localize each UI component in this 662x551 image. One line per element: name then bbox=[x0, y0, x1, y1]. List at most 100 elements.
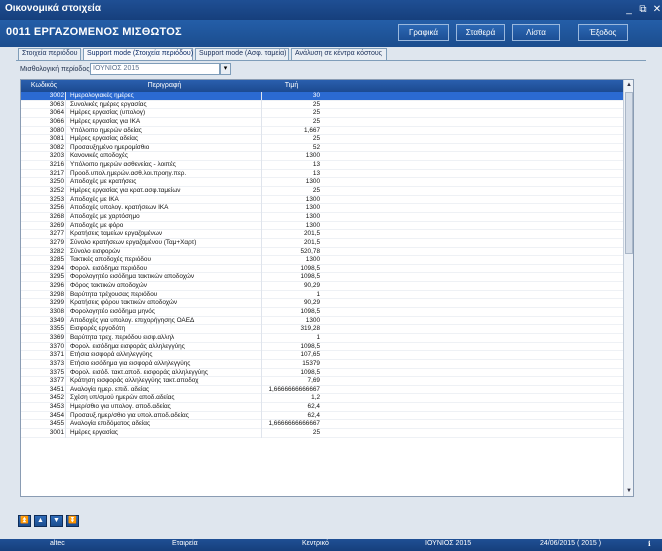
restore-button[interactable]: ⧉ bbox=[636, 2, 650, 17]
table-row[interactable]: 3279 Σύνολο κρατήσεων εργαζομένου (Ταμ+Χα… bbox=[21, 238, 623, 248]
close-button[interactable]: ✕ bbox=[650, 2, 662, 17]
cell-description: Αποδοχές για υπολογ. επιχορήγησης ΟΑΕΔ bbox=[70, 316, 195, 324]
cell-description: Φορολογητέο εισόδημα μηνός bbox=[70, 308, 155, 316]
cell-value: 319,28 bbox=[261, 325, 321, 334]
table-row[interactable]: 3216 Υπόλοιπο ημερών ασθενείας - λοιπές 13 bbox=[21, 161, 623, 170]
vertical-scrollbar[interactable]: ▲ ▼ bbox=[623, 80, 633, 496]
table-row[interactable]: 3451 Αναλογία ημερ. επιδ. αδείας 1,6666666… bbox=[21, 385, 623, 395]
cell-code: 3001 bbox=[21, 428, 66, 438]
table-row[interactable]: 3269 Αποδοχές με φόρο 1300 bbox=[21, 221, 623, 231]
column-code[interactable]: Κωδικός bbox=[21, 80, 67, 92]
table-row[interactable]: 3203 Κανονικές αποδοχές 1300 bbox=[21, 152, 623, 162]
charts-button[interactable]: Γραφικά bbox=[398, 24, 449, 41]
cell-description: Βαρύτητα τρεχ. περιόδου εισφ.αλληλ bbox=[70, 333, 175, 341]
table-row[interactable]: 3455 Αναλογία επιδόματος αδείας 1,66666666… bbox=[21, 420, 623, 429]
prev-record-button[interactable]: ▲ bbox=[34, 515, 47, 527]
chevron-down-icon[interactable]: ▾ bbox=[220, 63, 231, 75]
scroll-up-icon[interactable]: ▲ bbox=[624, 80, 633, 90]
info-icon[interactable]: ℹ bbox=[648, 540, 651, 548]
cell-description: Φορολ. εισόδημα περιόδου bbox=[70, 264, 147, 272]
table-row[interactable]: 3355 Εισφορές εργοδότη 319,28 bbox=[21, 325, 623, 334]
cell-code: 3294 bbox=[21, 264, 66, 274]
table-row[interactable]: 3001 Ημέρες εργασίας 25 bbox=[21, 428, 623, 438]
cell-description: Ημέρες εργασίας (υπολογ) bbox=[70, 109, 146, 117]
table-row[interactable]: 3298 Βαρύτητα τρέχουσας περιόδου 1 bbox=[21, 290, 623, 300]
table-row[interactable]: 3294 Φορολ. εισόδημα περιόδου 1098,5 bbox=[21, 264, 623, 274]
table-row[interactable]: 3080 Υπόλοιπο ημερών αδείας 1,667 bbox=[21, 126, 623, 136]
status-bar: altec Εταιρεία Κεντρικό ΙΟΥΝΙΟΣ 2015 24/… bbox=[0, 539, 662, 551]
table-row[interactable]: 3369 Βαρύτητα τρεχ. περιόδου εισφ.αλληλ 1 bbox=[21, 333, 623, 343]
cell-value: 25 bbox=[261, 187, 321, 196]
first-record-button[interactable]: ⏫ bbox=[18, 515, 31, 527]
cell-code: 3455 bbox=[21, 420, 66, 429]
cell-value: 30 bbox=[261, 92, 321, 101]
cell-code: 3370 bbox=[21, 342, 66, 352]
table-row[interactable]: 3066 Ημέρες εργασίας για ΙΚΑ 25 bbox=[21, 117, 623, 127]
column-description[interactable]: Περιγραφή bbox=[68, 80, 261, 92]
list-button[interactable]: Λίστα bbox=[512, 24, 560, 41]
cell-description: Φόρος τακτικών αποδοχών bbox=[70, 282, 147, 290]
table-row[interactable]: 3373 Ετήσιο εισόδημα για εισφορά αλληλεγγ… bbox=[21, 359, 623, 369]
minimize-button[interactable]: _ bbox=[622, 2, 636, 17]
table-row[interactable]: 3064 Ημέρες εργασίας (υπολογ) 25 bbox=[21, 109, 623, 118]
table-row[interactable]: 3256 Αποδοχές υπολογ. κρατήσεων ΙΚΑ 1300 bbox=[21, 204, 623, 213]
table-row[interactable]: 3453 Ημερ/σθιο για υπολογ. αποδ.αδείας 62,… bbox=[21, 403, 623, 412]
last-record-button[interactable]: ⏬ bbox=[66, 515, 79, 527]
column-value[interactable]: Τιμή bbox=[261, 80, 322, 92]
cell-code: 3373 bbox=[21, 359, 66, 369]
table-row[interactable]: 3308 Φορολογητέο εισόδημα μηνός 1098,5 bbox=[21, 308, 623, 317]
cell-value: 25 bbox=[261, 109, 321, 118]
cell-description: Συνολικές ημέρες εργασίας bbox=[70, 100, 147, 108]
tab-support-funds[interactable]: Support mode (Ασφ. ταμεία) bbox=[195, 48, 289, 60]
tab-support-period[interactable]: Support mode (Στοιχεία περιόδου) bbox=[83, 48, 193, 60]
cell-description: Προοδ.υπολ.ημερών.ασθ.λοι.προηγ.περ. bbox=[70, 169, 187, 177]
table-row[interactable]: 3285 Τακτικές αποδοχές περιόδου 1300 bbox=[21, 256, 623, 265]
tab-period-data[interactable]: Στοιχεία περιόδου bbox=[18, 48, 81, 60]
cell-value: 1300 bbox=[261, 316, 321, 326]
table-row[interactable]: 3371 Ετήσια εισφορά αλληλεγγύης 107,65 bbox=[21, 351, 623, 360]
cell-description: Ημέρες εργασίας bbox=[70, 428, 118, 436]
table-row[interactable]: 3349 Αποδοχές για υπολογ. επιχορήγησης ΟΑ… bbox=[21, 316, 623, 326]
table-row[interactable]: 3282 Σύνολο εισφορών 520,78 bbox=[21, 247, 623, 257]
cell-code: 3066 bbox=[21, 117, 66, 127]
table-row[interactable]: 3277 Κρατήσεις ταμείων εργαζομένων 201,5 bbox=[21, 230, 623, 239]
table-row[interactable]: 3250 Αποδοχές με κρατήσεις 1300 bbox=[21, 178, 623, 188]
table-row[interactable]: 3252 Ημέρες εργασίας για κρατ.ασφ.ταμείων… bbox=[21, 187, 623, 196]
cell-value: 1300 bbox=[261, 152, 321, 162]
cell-description: Ημέρες εργασίας για ΙΚΑ bbox=[70, 117, 141, 125]
table-row[interactable]: 3296 Φόρος τακτικών αποδοχών 90,29 bbox=[21, 282, 623, 291]
cell-description: Κρατήσεις ταμείων εργαζομένων bbox=[70, 230, 163, 238]
table-row[interactable]: 3268 Αποδοχές με χαρτόσημο 1300 bbox=[21, 212, 623, 222]
tab-cost-centers[interactable]: Ανάλυση σε κέντρα κόστους bbox=[291, 48, 387, 60]
table-row[interactable]: 3299 Κρατήσεις φόρου τακτικών αποδοχών 90,… bbox=[21, 299, 623, 309]
cell-value: 1,2 bbox=[261, 394, 321, 404]
period-select[interactable]: ΙΟΥΝΙΟΣ 2015 bbox=[90, 63, 220, 75]
cell-description: Τακτικές αποδοχές περιόδου bbox=[70, 256, 151, 264]
table-row[interactable]: 3454 Προσαυξ.ημερ/σθιο για υπολ.αποδ.αδεί… bbox=[21, 411, 623, 421]
cell-code: 3349 bbox=[21, 316, 66, 326]
cell-code: 3253 bbox=[21, 195, 66, 205]
table-row[interactable]: 3002 Ημερολογιακές ημέρες 30 bbox=[21, 92, 623, 101]
table-row[interactable]: 3063 Συνολικές ημέρες εργασίας 25 bbox=[21, 100, 623, 110]
cell-description: Αποδοχές με ΙΚΑ bbox=[70, 195, 119, 203]
cell-code: 3216 bbox=[21, 161, 66, 170]
table-row[interactable]: 3217 Προοδ.υπολ.ημερών.ασθ.λοι.προηγ.περ.… bbox=[21, 169, 623, 179]
fixed-button[interactable]: Σταθερά bbox=[456, 24, 505, 41]
cell-value: 1300 bbox=[261, 204, 321, 213]
scroll-thumb[interactable] bbox=[625, 92, 633, 254]
cell-description: Σχέση υπ/σμού ημερών αποδ.αδείας bbox=[70, 394, 175, 402]
table-row[interactable]: 3375 Φορολ. εισόδ. τακτ.αποδ. εισφοράς αλ… bbox=[21, 368, 623, 378]
table-row[interactable]: 3377 Κράτηση εισφοράς αλληλεγγύης τακτ.απ… bbox=[21, 377, 623, 386]
table-row[interactable]: 3082 Προσαυξημένο ημερομίσθιο 52 bbox=[21, 143, 623, 153]
exit-button[interactable]: Έξοδος bbox=[578, 24, 628, 41]
table-row[interactable]: 3081 Ημέρες εργασίας αδείας 25 bbox=[21, 135, 623, 144]
table-row[interactable]: 3370 Φορολ. εισόδημα εισφοράς αλληλεγγύης… bbox=[21, 342, 623, 352]
status-branch: Κεντρικό bbox=[302, 540, 329, 547]
cell-description: Αναλογία επιδόματος αδείας bbox=[70, 420, 151, 428]
next-record-button[interactable]: ▼ bbox=[50, 515, 63, 527]
table-row[interactable]: 3253 Αποδοχές με ΙΚΑ 1300 bbox=[21, 195, 623, 205]
table-row[interactable]: 3295 Φορολογητέο εισόδημα τακτικών αποδοχ… bbox=[21, 273, 623, 283]
cell-value: 1300 bbox=[261, 212, 321, 222]
table-row[interactable]: 3452 Σχέση υπ/σμού ημερών αποδ.αδείας 1,2 bbox=[21, 394, 623, 404]
scroll-down-icon[interactable]: ▼ bbox=[624, 486, 633, 496]
